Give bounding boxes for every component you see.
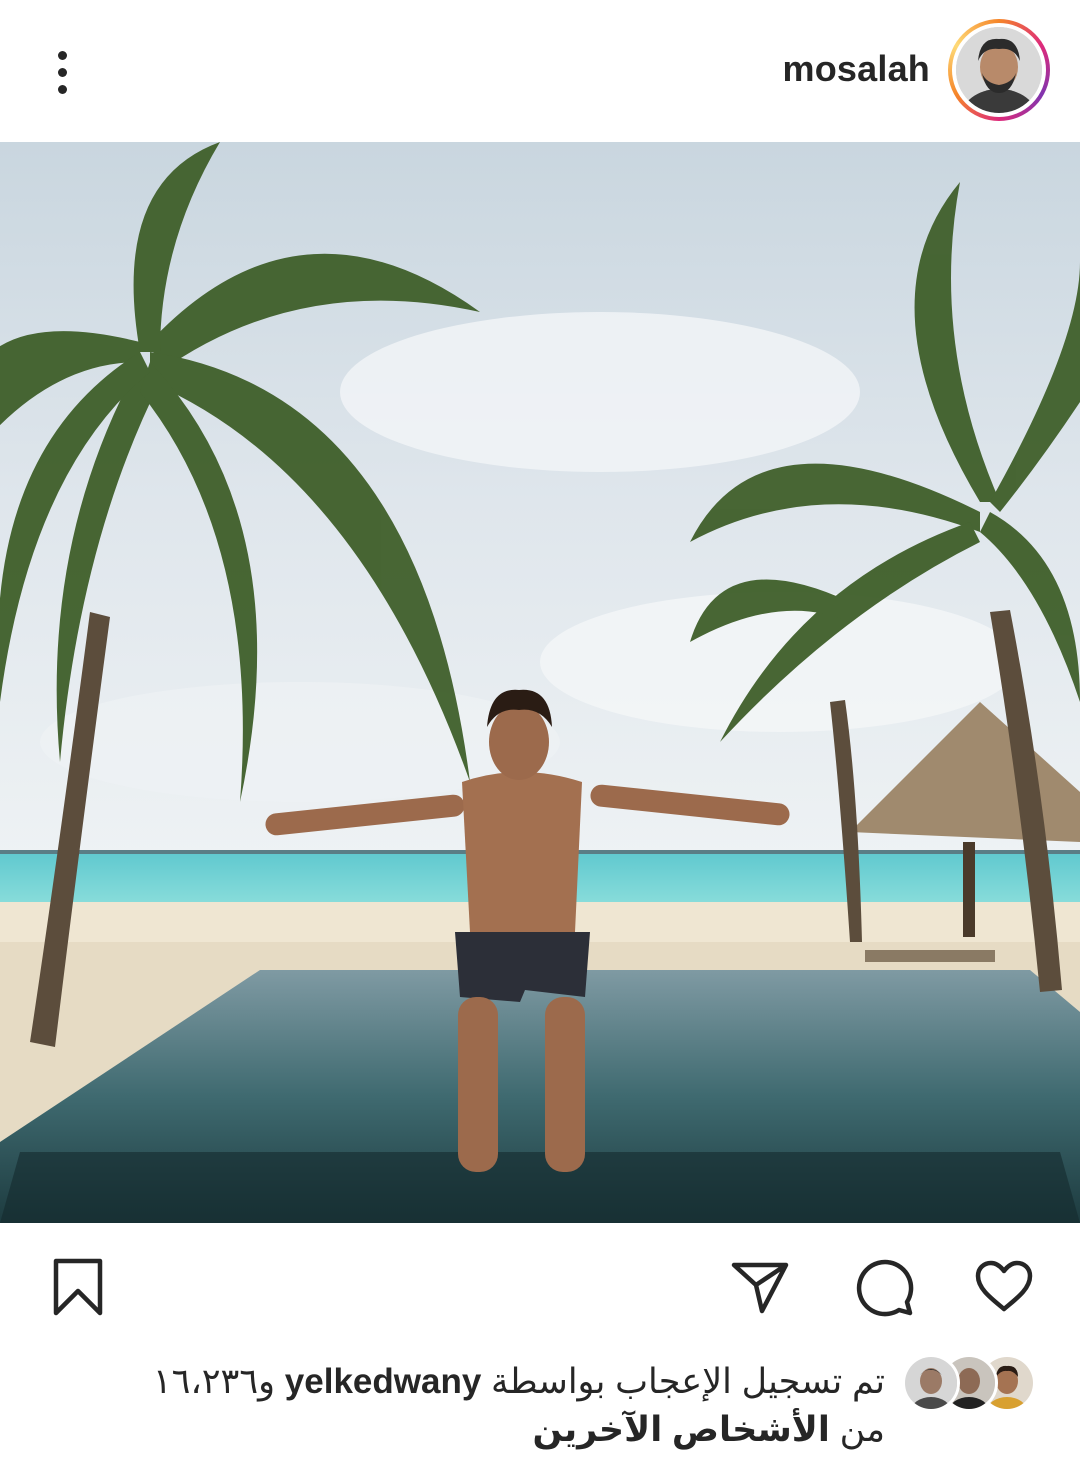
bookmark-icon xyxy=(53,1258,103,1316)
avatar xyxy=(956,27,1042,113)
post-username[interactable]: mosalah xyxy=(783,48,930,90)
post-image[interactable] xyxy=(0,142,1080,1223)
comment-button[interactable] xyxy=(852,1255,916,1319)
share-button[interactable] xyxy=(728,1255,792,1319)
more-options-button[interactable] xyxy=(40,44,84,100)
post-header: mosalah xyxy=(0,0,1080,142)
avatar xyxy=(902,1354,960,1412)
profile-avatar-story-ring[interactable] xyxy=(948,19,1050,121)
like-button[interactable] xyxy=(972,1255,1036,1319)
likes-others[interactable]: الأشخاص الآخرين xyxy=(533,1410,830,1449)
heart-icon xyxy=(975,1260,1033,1312)
beach-pool-photo xyxy=(0,142,1080,1223)
post-action-bar xyxy=(0,1223,1080,1343)
liker-avatars[interactable] xyxy=(902,1354,1036,1412)
save-button[interactable] xyxy=(46,1255,110,1319)
comment-icon xyxy=(856,1259,914,1317)
menu-dot xyxy=(57,67,67,77)
likes-summary[interactable]: تم تسجيل الإعجاب بواسطة yelkedwany و١٦،٢… xyxy=(100,1358,885,1454)
menu-dot xyxy=(57,84,67,94)
menu-dot xyxy=(57,50,67,60)
send-icon xyxy=(731,1262,789,1314)
likes-prefix: تم تسجيل الإعجاب بواسطة xyxy=(491,1362,885,1401)
liker-username[interactable]: yelkedwany xyxy=(285,1362,482,1401)
